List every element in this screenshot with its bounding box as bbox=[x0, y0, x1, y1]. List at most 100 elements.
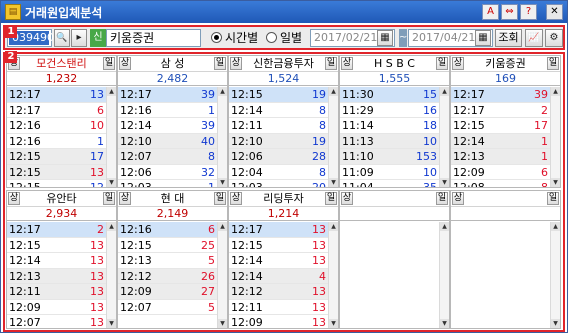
trade-row[interactable]: 12:11 13 bbox=[229, 300, 338, 315]
scroll-up-icon[interactable]: ▲ bbox=[551, 87, 560, 96]
calendar-to-button[interactable]: ▦ bbox=[475, 30, 491, 46]
trade-row[interactable]: 12:09 13 bbox=[7, 300, 116, 315]
settings-button[interactable]: ⚙ bbox=[545, 29, 563, 47]
broker-name[interactable]: H S B C bbox=[354, 56, 435, 72]
trade-row[interactable]: 12:14 39 bbox=[118, 118, 227, 134]
trade-row[interactable]: 12:17 39 bbox=[451, 87, 560, 103]
broker-name[interactable]: 유안타 bbox=[21, 191, 102, 207]
trade-row[interactable]: 12:10 19 bbox=[229, 133, 338, 149]
calendar-from-button[interactable]: ▦ bbox=[377, 30, 393, 46]
panel-scrollbar[interactable]: ▲ ▼ bbox=[106, 87, 116, 187]
scroll-up-icon[interactable]: ▲ bbox=[440, 222, 449, 231]
scroll-down-icon[interactable]: ▼ bbox=[551, 178, 560, 187]
search-button[interactable]: 🔍 bbox=[54, 29, 70, 47]
prev-broker-button[interactable]: 상 bbox=[341, 192, 353, 205]
trade-row[interactable]: 12:17 2 bbox=[451, 103, 560, 118]
scroll-up-icon[interactable]: ▲ bbox=[218, 222, 227, 231]
next-broker-button[interactable]: 일 bbox=[547, 57, 559, 70]
broker-name[interactable]: 리딩투자 bbox=[243, 191, 324, 207]
trade-row[interactable]: 12:06 28 bbox=[229, 149, 338, 165]
trade-row[interactable]: 11:09 10 bbox=[340, 165, 449, 180]
prev-broker-button[interactable]: 상 bbox=[452, 192, 464, 205]
scroll-up-icon[interactable]: ▲ bbox=[218, 87, 227, 96]
trade-row[interactable]: 12:15 13 bbox=[229, 238, 338, 253]
trade-row[interactable]: 11:13 10 bbox=[340, 133, 449, 149]
trade-row[interactable]: 12:13 1 bbox=[451, 149, 560, 165]
trade-row[interactable]: 12:16 6 bbox=[118, 222, 227, 238]
trade-row[interactable]: 12:15 13 bbox=[7, 238, 116, 253]
trade-row[interactable]: 12:14 13 bbox=[229, 253, 338, 269]
trade-row[interactable]: 12:14 8 bbox=[229, 103, 338, 118]
trade-row[interactable]: 11:04 35 bbox=[340, 180, 449, 187]
trade-row[interactable]: 12:15 12 bbox=[7, 180, 116, 187]
trade-row[interactable]: 12:03 20 bbox=[229, 180, 338, 187]
prev-broker-button[interactable]: 상 bbox=[119, 57, 131, 70]
scroll-down-icon[interactable]: ▼ bbox=[551, 319, 560, 328]
next-broker-button[interactable]: 일 bbox=[547, 192, 559, 205]
trade-row[interactable]: 12:04 8 bbox=[229, 165, 338, 180]
title-bar[interactable]: ▤ 거래원입체분석 A ⇔ ? ✕ bbox=[1, 1, 567, 23]
time-mode-radio[interactable] bbox=[211, 32, 222, 43]
scroll-down-icon[interactable]: ▼ bbox=[329, 178, 338, 187]
trade-row[interactable]: 12:15 17 bbox=[451, 118, 560, 134]
trade-row[interactable]: 12:16 1 bbox=[118, 103, 227, 118]
close-icon[interactable]: ✕ bbox=[546, 4, 563, 20]
trade-row[interactable]: 12:09 27 bbox=[118, 284, 227, 300]
trade-row[interactable]: 12:12 26 bbox=[118, 268, 227, 284]
code-menu-button[interactable]: ▸ bbox=[71, 29, 87, 47]
panel-scrollbar[interactable]: ▲ ▼ bbox=[328, 87, 338, 187]
prev-broker-button[interactable]: 상 bbox=[119, 192, 131, 205]
prev-broker-button[interactable]: 상 bbox=[230, 57, 242, 70]
trade-row[interactable]: 12:07 5 bbox=[118, 300, 227, 315]
trade-row[interactable]: 12:17 6 bbox=[7, 103, 116, 118]
trade-row[interactable]: 12:12 13 bbox=[229, 284, 338, 300]
chart-button[interactable]: 📈 bbox=[525, 29, 543, 47]
trade-row[interactable]: 12:09 13 bbox=[229, 315, 338, 328]
trade-row[interactable]: 12:17 13 bbox=[229, 222, 338, 238]
trade-row[interactable]: 12:15 19 bbox=[229, 87, 338, 103]
next-broker-button[interactable]: 일 bbox=[214, 192, 226, 205]
prev-broker-button[interactable]: 상 bbox=[8, 192, 20, 205]
trade-row[interactable]: 12:16 10 bbox=[7, 118, 116, 134]
trade-row[interactable]: 12:13 5 bbox=[118, 253, 227, 269]
scroll-up-icon[interactable]: ▲ bbox=[107, 222, 116, 231]
panel-scrollbar[interactable]: ▲ ▼ bbox=[328, 222, 338, 328]
prev-broker-button[interactable]: 상 bbox=[341, 57, 353, 70]
panel-scrollbar[interactable]: ▲ ▼ bbox=[439, 222, 449, 328]
help-icon[interactable]: ? bbox=[520, 4, 537, 20]
trade-row[interactable]: 12:09 6 bbox=[451, 165, 560, 180]
scroll-up-icon[interactable]: ▲ bbox=[329, 222, 338, 231]
trade-row[interactable]: 12:06 32 bbox=[118, 165, 227, 180]
trade-row[interactable]: 11:29 16 bbox=[340, 103, 449, 118]
scroll-down-icon[interactable]: ▼ bbox=[107, 178, 116, 187]
trade-row[interactable]: 12:14 13 bbox=[7, 253, 116, 269]
trade-row[interactable]: 11:10 153 bbox=[340, 149, 449, 165]
trade-row[interactable]: 12:11 13 bbox=[7, 284, 116, 300]
trade-row[interactable]: 12:17 2 bbox=[7, 222, 116, 238]
broker-name[interactable]: 키움증권 bbox=[465, 56, 546, 72]
scroll-down-icon[interactable]: ▼ bbox=[218, 178, 227, 187]
trade-row[interactable]: 12:10 40 bbox=[118, 133, 227, 149]
trade-row[interactable]: 11:30 15 bbox=[340, 87, 449, 103]
broker-name[interactable]: 신한금융투자 bbox=[243, 56, 324, 72]
panel-scrollbar[interactable]: ▲ ▼ bbox=[217, 87, 227, 187]
trade-row[interactable]: 12:15 17 bbox=[7, 149, 116, 165]
trade-row[interactable]: 12:14 1 bbox=[451, 133, 560, 149]
next-broker-button[interactable]: 일 bbox=[436, 192, 448, 205]
scroll-down-icon[interactable]: ▼ bbox=[440, 319, 449, 328]
panel-scrollbar[interactable]: ▲ ▼ bbox=[550, 87, 560, 187]
trade-row[interactable]: 12:15 13 bbox=[7, 164, 116, 180]
trade-row[interactable]: 12:07 13 bbox=[7, 315, 116, 328]
trade-row[interactable]: 12:08 8 bbox=[451, 180, 560, 187]
scroll-up-icon[interactable]: ▲ bbox=[329, 87, 338, 96]
trade-row[interactable]: 12:14 4 bbox=[229, 268, 338, 284]
broker-name[interactable] bbox=[465, 191, 546, 207]
panel-scrollbar[interactable]: ▲ ▼ bbox=[439, 87, 449, 187]
scroll-down-icon[interactable]: ▼ bbox=[329, 319, 338, 328]
scroll-down-icon[interactable]: ▼ bbox=[440, 178, 449, 187]
next-broker-button[interactable]: 일 bbox=[103, 57, 115, 70]
link-icon[interactable]: ⇔ bbox=[501, 4, 518, 20]
trade-row[interactable]: 12:16 1 bbox=[7, 134, 116, 149]
next-broker-button[interactable]: 일 bbox=[214, 57, 226, 70]
scroll-down-icon[interactable]: ▼ bbox=[218, 319, 227, 328]
